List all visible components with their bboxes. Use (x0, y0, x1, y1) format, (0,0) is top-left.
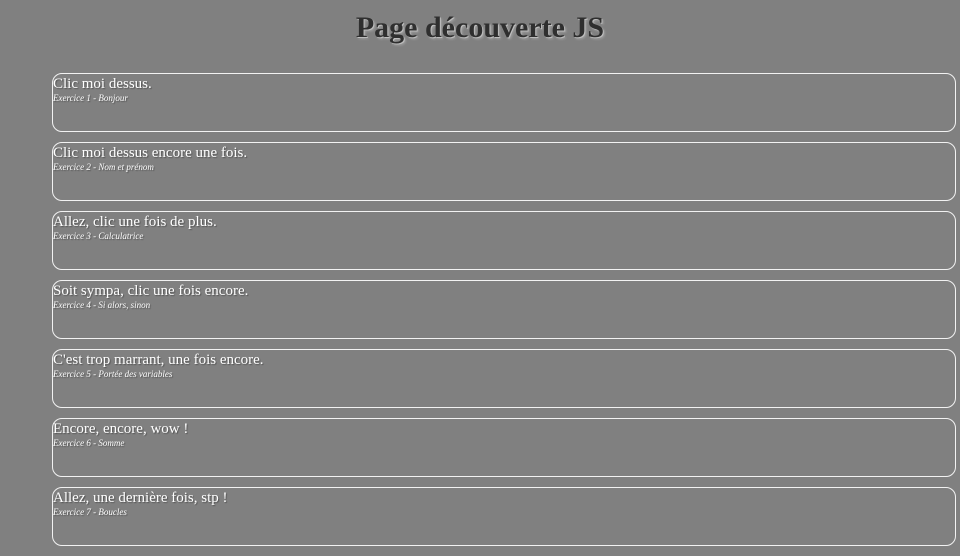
exercise-card-6[interactable]: Encore, encore, wow ! Exercice 6 - Somme (52, 418, 956, 477)
exercise-card-title: Clic moi dessus encore une fois. (53, 145, 248, 161)
exercise-card-3[interactable]: Allez, clic une fois de plus. Exercice 3… (52, 211, 956, 270)
page-title: Page découverte JS (355, 11, 605, 44)
exercise-card-1[interactable]: Clic moi dessus. Exercice 1 - Bonjour (52, 73, 956, 132)
exercise-card-subtitle: Exercice 3 - Calculatrice (53, 231, 144, 241)
exercise-card-subtitle: Exercice 5 - Portée des variables (53, 369, 173, 379)
exercise-list: Clic moi dessus. Exercice 1 - Bonjour Cl… (52, 73, 956, 556)
exercise-card-title: Allez, une dernière fois, stp ! (53, 490, 228, 506)
exercise-card-2[interactable]: Clic moi dessus encore une fois. Exercic… (52, 142, 956, 201)
exercise-card-subtitle: Exercice 2 - Nom et prénom (53, 162, 154, 172)
exercise-card-title: Encore, encore, wow ! (53, 421, 189, 437)
exercise-card-title: Soit sympa, clic une fois encore. (53, 283, 249, 299)
exercise-card-subtitle: Exercice 7 - Boucles (53, 507, 127, 517)
exercise-card-title: Allez, clic une fois de plus. (53, 214, 217, 230)
exercise-card-7[interactable]: Allez, une dernière fois, stp ! Exercice… (52, 487, 956, 546)
exercise-card-subtitle: Exercice 1 - Bonjour (53, 93, 128, 103)
exercise-card-5[interactable]: C'est trop marrant, une fois encore. Exe… (52, 349, 956, 408)
exercise-card-4[interactable]: Soit sympa, clic une fois encore. Exerci… (52, 280, 956, 339)
exercise-card-title: Clic moi dessus. (53, 76, 152, 92)
exercise-card-subtitle: Exercice 6 - Somme (53, 438, 125, 448)
exercise-card-title: C'est trop marrant, une fois encore. (53, 352, 264, 368)
exercise-card-subtitle: Exercice 4 - Si alors, sinon (53, 300, 151, 310)
